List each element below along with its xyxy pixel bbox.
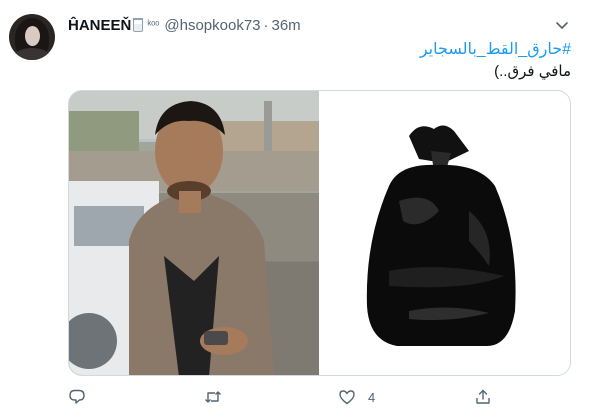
heart-icon[interactable]	[338, 388, 356, 406]
tweet[interactable]: ĤANEEŇ ᵏᵒᵒ @hsopkook73 · 36m #حارق_القط_…	[0, 0, 589, 418]
tweet-media[interactable]	[68, 90, 571, 376]
avatar-face	[25, 26, 40, 46]
tweet-actions: 4	[68, 386, 571, 408]
avatar[interactable]	[9, 14, 55, 60]
media-image-right[interactable]	[319, 91, 570, 375]
author-handle[interactable]: @hsopkook73	[164, 17, 260, 34]
author-name-suffix: ᵏᵒᵒ	[147, 19, 160, 31]
tweet-timestamp[interactable]: 36m	[272, 17, 301, 34]
retweet-icon[interactable]	[204, 388, 222, 406]
media-image-left[interactable]	[69, 91, 319, 375]
chevron-down-icon[interactable]	[553, 16, 571, 34]
share-action[interactable]	[474, 386, 504, 408]
like-action[interactable]: 4	[338, 386, 375, 408]
tweet-header: ĤANEEŇ ᵏᵒᵒ @hsopkook73 · 36m	[68, 15, 301, 35]
reply-icon[interactable]	[68, 388, 86, 406]
tweet-text: مافي فرق..)	[494, 63, 571, 80]
cup-emoji-icon	[133, 18, 144, 32]
like-count: 4	[368, 389, 376, 405]
author-display-name[interactable]: ĤANEEŇ	[68, 17, 131, 34]
share-icon[interactable]	[474, 388, 492, 406]
reply-action[interactable]	[68, 386, 98, 408]
header-separator: ·	[263, 16, 269, 34]
retweet-action[interactable]	[204, 386, 234, 408]
tweet-hashtag[interactable]: #حارق_القط_بالسجاير	[420, 39, 571, 59]
